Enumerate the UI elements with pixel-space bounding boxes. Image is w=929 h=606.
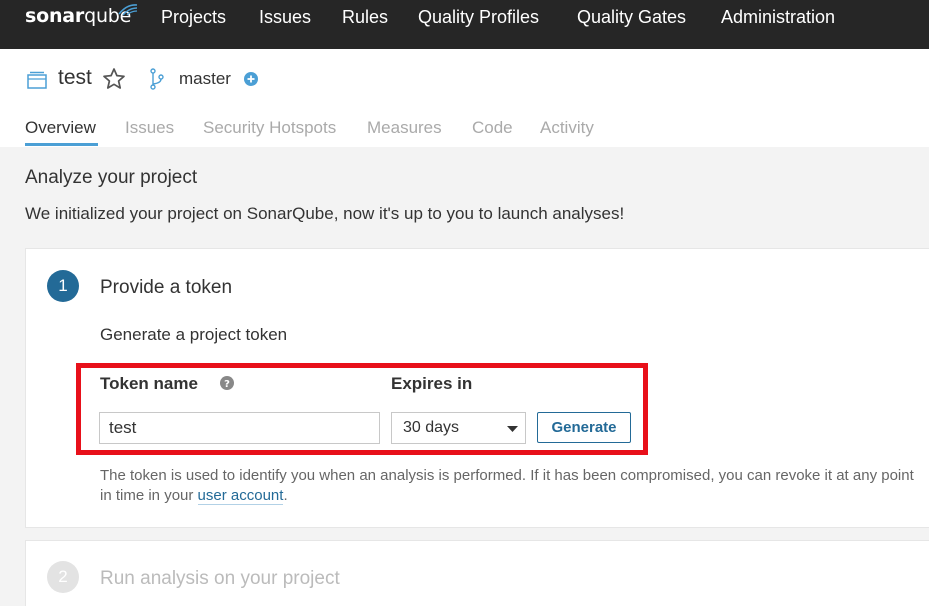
token-info-note: The token is used to identify you when a… (100, 466, 915, 506)
user-account-link[interactable]: user account (197, 487, 284, 505)
step-2-title: Run analysis on your project (100, 568, 340, 589)
chevron-down-icon (507, 426, 518, 432)
favorite-star-icon[interactable] (102, 67, 126, 91)
step-1-number: 1 (47, 270, 79, 302)
project-icon (27, 71, 47, 89)
nav-projects[interactable]: Projects (161, 7, 226, 28)
tab-code[interactable]: Code (472, 118, 513, 138)
logo-text-bold: sonar (25, 5, 85, 27)
token-name-label: Token name (100, 374, 198, 393)
active-tab-indicator (25, 143, 98, 146)
step-2-number: 2 (47, 561, 79, 593)
add-branch-plus-icon[interactable] (244, 72, 258, 86)
nav-issues[interactable]: Issues (259, 7, 311, 28)
expires-in-select[interactable]: 30 days (391, 412, 526, 444)
branch-name[interactable]: master (179, 69, 231, 89)
logo-waves-icon (118, 4, 138, 16)
nav-quality-profiles[interactable]: Quality Profiles (418, 7, 539, 28)
tab-security-hotspots[interactable]: Security Hotspots (203, 118, 336, 138)
svg-text:?: ? (224, 379, 230, 390)
token-info-end: . (283, 487, 288, 504)
nav-quality-gates[interactable]: Quality Gates (577, 7, 686, 28)
token-name-input[interactable] (99, 412, 380, 444)
generate-token-subtitle: Generate a project token (100, 325, 288, 344)
page-subtitle: We initialized your project on SonarQube… (25, 204, 625, 223)
branch-icon (150, 68, 164, 90)
tab-issues[interactable]: Issues (125, 118, 174, 138)
page-title: Analyze your project (25, 167, 198, 188)
help-icon[interactable]: ? (220, 376, 234, 390)
nav-rules[interactable]: Rules (342, 7, 388, 28)
tab-overview[interactable]: Overview (25, 118, 96, 138)
tab-measures[interactable]: Measures (367, 118, 442, 138)
top-navbar: sonarqube Projects Issues Rules Quality … (0, 0, 929, 49)
expires-in-value: 30 days (403, 419, 460, 436)
sonarqube-logo[interactable]: sonarqube (25, 4, 138, 27)
expires-in-label: Expires in (391, 374, 473, 393)
project-name[interactable]: test (58, 66, 92, 90)
tab-activity[interactable]: Activity (540, 118, 594, 138)
generate-button[interactable]: Generate (537, 412, 631, 443)
nav-administration[interactable]: Administration (721, 7, 835, 28)
step-1-title: Provide a token (100, 277, 233, 298)
